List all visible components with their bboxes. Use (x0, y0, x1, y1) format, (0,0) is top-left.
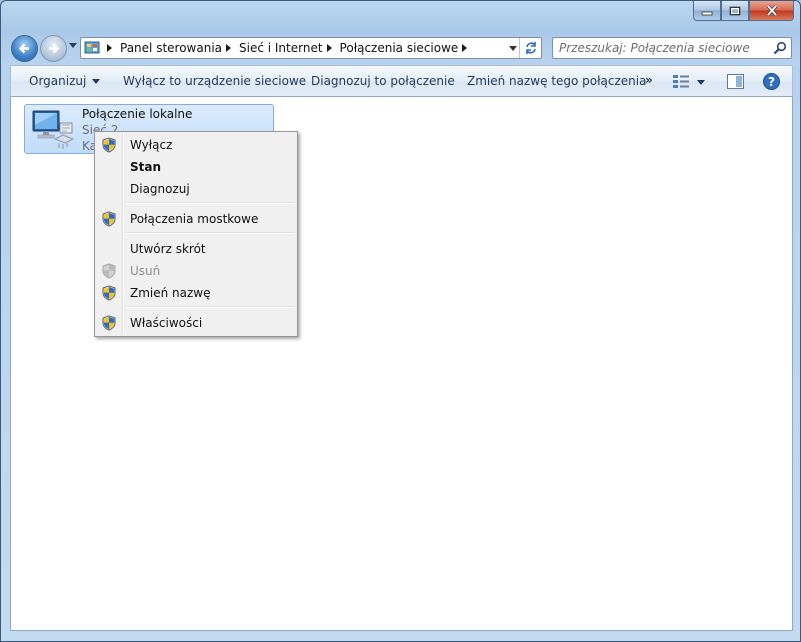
context-menu: Wyłącz Stan Diagnozuj Połączenia mostkowe Ut… (94, 131, 298, 337)
breadcrumb-arrow-icon[interactable] (462, 44, 468, 52)
connection-name: Połączenie lokalne (82, 107, 193, 121)
breadcrumb-control-panel[interactable]: Panel sterowania (120, 41, 222, 55)
menu-item-label: Zmień nazwę (130, 286, 211, 300)
menu-item-label: Usuń (130, 264, 161, 278)
breadcrumb-network-internet[interactable]: Sieć i Internet (239, 41, 323, 55)
search-icon[interactable] (773, 41, 787, 55)
uac-shield-icon (102, 285, 116, 301)
organize-menu-button[interactable]: Organizuj (29, 66, 101, 97)
help-icon[interactable]: ? (763, 73, 780, 90)
menu-item-rename[interactable]: Zmień nazwę (97, 282, 295, 304)
more-commands-button[interactable]: » (645, 73, 653, 87)
back-arrow-icon (18, 43, 29, 54)
menu-item-label: Diagnozuj (130, 182, 190, 196)
control-panel-icon (84, 41, 100, 54)
rename-connection-button[interactable]: Zmień nazwę tego połączenia (467, 66, 646, 97)
breadcrumb-arrow-icon[interactable] (326, 44, 332, 52)
menu-item-bridge[interactable]: Połączenia mostkowe (97, 208, 295, 230)
change-view-icon[interactable] (672, 74, 690, 89)
menu-item-label: Wyłącz (130, 138, 173, 152)
close-icon (766, 5, 777, 16)
minimize-icon (701, 11, 713, 15)
menu-separator (125, 232, 295, 234)
menu-item-disable[interactable]: Wyłącz (97, 134, 295, 156)
back-button[interactable] (11, 35, 38, 62)
menu-separator (125, 202, 295, 204)
history-dropdown-icon[interactable] (69, 43, 77, 48)
uac-shield-icon (102, 263, 116, 279)
menu-item-status[interactable]: Stan (97, 156, 295, 178)
menu-item-label: Właściwości (130, 316, 203, 330)
breadcrumb-arrow-icon[interactable] (226, 44, 231, 52)
address-bar[interactable]: Panel sterowania Sieć i Internet Połącze… (80, 37, 542, 59)
chevron-down-icon (92, 79, 101, 84)
svg-text:?: ? (768, 75, 775, 89)
refresh-icon (525, 42, 536, 54)
breadcrumb-network-connections[interactable]: Połączenia sieciowe (340, 41, 459, 55)
view-dropdown-icon[interactable] (697, 80, 705, 85)
menu-item-label: Połączenia mostkowe (130, 212, 259, 226)
address-dropdown-icon[interactable] (509, 46, 517, 51)
menu-item-label: Stan (130, 160, 162, 174)
breadcrumb: Panel sterowania Sieć i Internet Połącze… (103, 38, 475, 58)
disable-device-button[interactable]: Wyłącz to urządzenie sieciowe (123, 66, 306, 97)
forward-arrow-icon (49, 43, 60, 54)
refresh-button[interactable] (519, 38, 541, 58)
menu-separator (125, 306, 295, 308)
explorer-window: Panel sterowania Sieć i Internet Połącze… (0, 0, 801, 642)
maximize-icon (729, 6, 741, 15)
breadcrumb-arrow-icon[interactable] (107, 44, 112, 52)
menu-item-diagnose[interactable]: Diagnozuj (97, 178, 295, 200)
preview-pane-icon[interactable] (727, 74, 744, 89)
menu-item-properties[interactable]: Właściwości (97, 312, 295, 334)
network-connection-icon (32, 110, 75, 149)
uac-shield-icon (102, 211, 116, 227)
search-box[interactable] (552, 37, 792, 59)
maximize-button[interactable] (721, 1, 749, 21)
uac-shield-icon (102, 137, 116, 153)
menu-item-delete: Usuń (97, 260, 295, 282)
diagnose-connection-button[interactable]: Diagnozuj to połączenie (311, 66, 455, 97)
organize-label: Organizuj (29, 74, 87, 88)
menu-item-label: Utwórz skrót (130, 242, 206, 256)
close-button[interactable] (749, 1, 794, 21)
uac-shield-icon (102, 315, 116, 331)
command-bar: Organizuj Wyłącz to urządzenie sieciowe … (10, 65, 793, 97)
menu-item-create-shortcut[interactable]: Utwórz skrót (97, 238, 295, 260)
caption-buttons (693, 1, 794, 21)
minimize-button[interactable] (693, 1, 721, 21)
forward-button[interactable] (40, 35, 67, 62)
search-input[interactable] (559, 39, 759, 57)
